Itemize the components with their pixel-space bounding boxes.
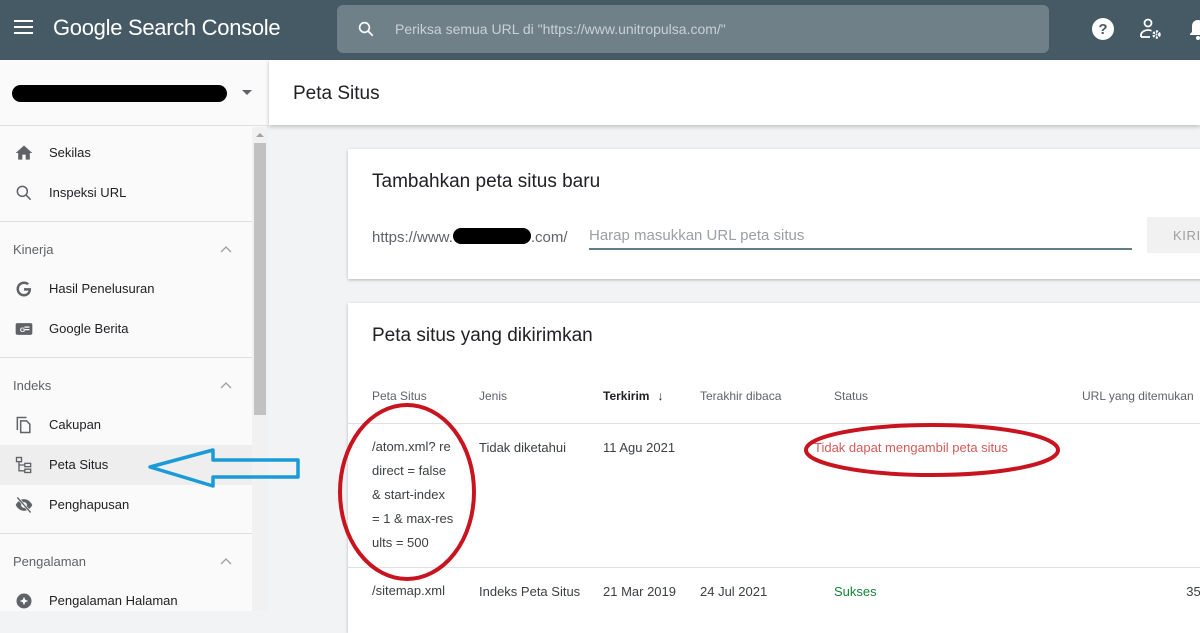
path-line: ults = 500 [372,535,429,550]
page-experience-icon [16,593,32,609]
sidebar-item-hasil-penelusuran[interactable]: Hasil Penelusuran [0,269,252,309]
sidebar-item-cakupan[interactable]: Cakupan [0,405,252,445]
url-prefix-start: https://www. [372,229,453,246]
scrollbar-thumb[interactable] [254,143,266,415]
property-name-redacted [12,85,227,102]
sidebar-item-label: Penghapusan [49,497,130,512]
url-prefix: https://www. .com/ [372,228,568,246]
submitted-date: 21 Mar 2019 [603,584,676,599]
sitemap-url-input[interactable] [589,223,1132,250]
sitemap-type: Tidak diketahui [479,440,566,455]
path-line: /atom.xml? re [372,439,451,454]
sitemap-path: /atom.xml? re direct = false & start-ind… [372,435,462,555]
top-app-bar: Google Search Console ? [0,0,1200,60]
search-icon [16,185,32,201]
column-header-urls-found[interactable]: URL yang ditemukan [1082,389,1194,403]
sitemap-type: Indeks Peta Situs [479,584,581,599]
scroll-up-arrow-icon[interactable] [256,133,264,137]
google-g-icon [16,281,32,297]
url-prefix-end: .com/ [530,229,568,246]
property-selector[interactable] [0,60,268,126]
divider [0,533,252,534]
status-badge: Sukses [834,584,877,599]
sitemap-path: /sitemap.xml [372,579,462,603]
submit-button[interactable]: KIRIM [1147,217,1200,253]
sidebar-item-inspeksi-url[interactable]: Inspeksi URL [0,173,252,213]
urls-found: 350 [1186,584,1200,599]
divider [0,221,252,222]
submitted-sitemaps-title: Peta situs yang dikirimkan [372,325,593,346]
add-sitemap-card: Tambahkan peta situs baru https://www. .c… [348,149,1200,279]
sidebar-item-label: Sekilas [49,145,91,160]
section-title-kinerja: Kinerja [13,242,54,257]
sidebar-item-google-berita[interactable]: G Google Berita [0,309,252,349]
sidebar-nav: Sekilas Inspeksi URL Kinerja Hasil Penel… [0,127,252,611]
path-line: = 1 & max-res [372,511,454,526]
help-icon[interactable]: ? [1091,17,1115,41]
home-icon [15,145,33,160]
column-header-last-read[interactable]: Terakhir dibaca [700,389,781,403]
column-header-submitted[interactable]: Terkirim ↓ [603,389,663,403]
section-title-pengalaman: Pengalaman [13,554,86,569]
divider [348,423,1200,424]
dropdown-caret-icon [242,90,252,95]
submitted-sitemaps-card: Peta situs yang dikirimkan Peta Situs Je… [348,303,1200,633]
status-badge: Tidak dapat mengambil peta situs [814,440,1008,455]
sidebar-item-peta-situs[interactable]: Peta Situs [0,445,252,485]
chevron-up-icon[interactable] [220,381,232,389]
google-news-icon: G [15,323,33,335]
sidebar: Sekilas Inspeksi URL Kinerja Hasil Penel… [0,60,268,611]
search-input[interactable] [395,5,1015,53]
notifications-icon[interactable] [1186,17,1200,41]
sidebar-item-penghapusan[interactable]: Penghapusan [0,485,252,525]
sidebar-scrollbar[interactable] [252,127,268,611]
chevron-up-icon[interactable] [220,245,232,253]
svg-text:?: ? [1098,21,1107,38]
path-line: direct = false [372,463,447,478]
search-icon [358,21,374,37]
sidebar-item-sekilas[interactable]: Sekilas [0,133,252,173]
manage-users-icon[interactable] [1139,17,1163,41]
sidebar-item-label: Cakupan [49,417,102,432]
sitemap-icon [15,456,32,474]
menu-icon[interactable] [14,20,34,38]
page-header: Peta Situs [269,60,1200,125]
add-sitemap-title: Tambahkan peta situs baru [372,171,601,192]
removals-icon [15,496,33,514]
path-line: /sitemap.xml [372,583,445,598]
last-read-date: 24 Jul 2021 [700,584,768,599]
column-header-type[interactable]: Jenis [479,389,507,403]
arrow-down-icon: ↓ [657,389,664,403]
sidebar-item-label: Pengalaman Halaman [49,593,178,608]
section-title-indeks: Indeks [13,378,52,393]
sidebar-item-label: Inspeksi URL [49,185,127,200]
app-logo[interactable]: Google Search Console [53,15,281,41]
sidebar-item-pengalaman-halaman[interactable]: Pengalaman Halaman [0,581,252,611]
sidebar-item-label: Google Berita [49,321,129,336]
page-title: Peta Situs [293,83,380,104]
divider [348,567,1200,568]
sidebar-item-label: Hasil Penelusuran [49,281,155,296]
column-header-sitemap[interactable]: Peta Situs [372,389,427,403]
submitted-date: 11 Agu 2021 [603,440,676,455]
coverage-icon [16,416,31,434]
svg-text:G: G [20,327,25,334]
divider [0,357,252,358]
path-line: & start-index [372,487,445,502]
column-header-label: Terkirim [603,389,650,403]
chevron-up-icon[interactable] [220,557,232,565]
url-inspection-search[interactable] [337,5,1049,53]
column-header-status[interactable]: Status [834,389,868,403]
domain-redacted [452,228,531,244]
sidebar-item-label: Peta Situs [49,457,109,472]
